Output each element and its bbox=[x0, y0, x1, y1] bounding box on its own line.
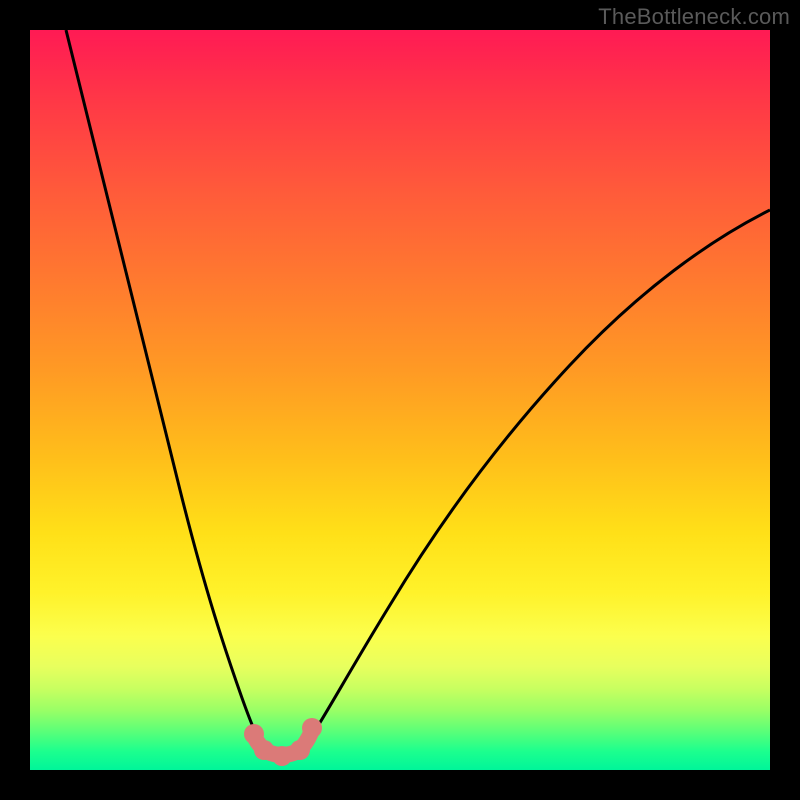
curve-layer bbox=[30, 30, 770, 770]
chart-stage: TheBottleneck.com bbox=[0, 0, 800, 800]
marker-dot bbox=[290, 740, 310, 760]
left-curve bbox=[66, 30, 263, 748]
watermark-text: TheBottleneck.com bbox=[598, 4, 790, 30]
marker-dot bbox=[302, 718, 322, 738]
marker-dot bbox=[272, 746, 292, 766]
right-curve bbox=[304, 210, 770, 748]
plot-area bbox=[30, 30, 770, 770]
marker-dot bbox=[254, 740, 274, 760]
